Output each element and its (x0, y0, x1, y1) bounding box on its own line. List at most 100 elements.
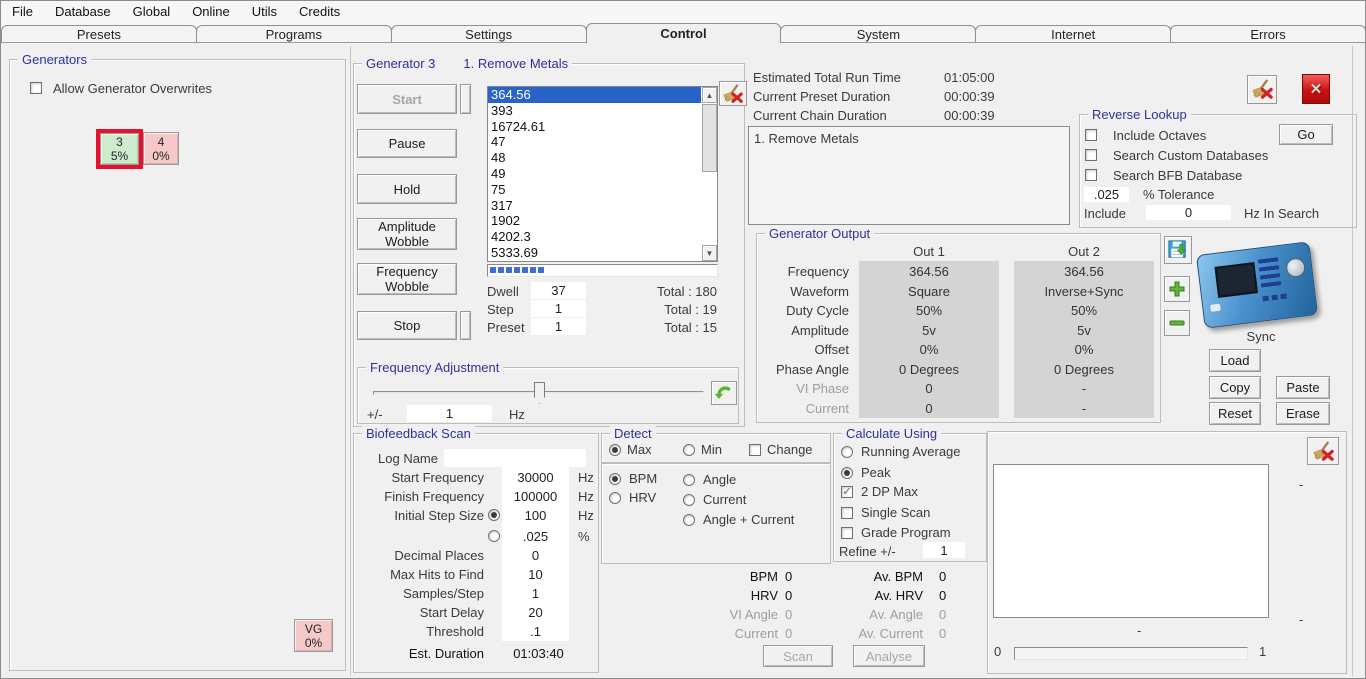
preset-value[interactable]: 1 (531, 318, 586, 335)
initial-step-size-value[interactable]: 100 (502, 507, 569, 523)
tab-settings[interactable]: Settings (391, 25, 587, 42)
clear-frequency-list-button[interactable] (719, 81, 747, 106)
scrollbar-thumb[interactable] (702, 104, 717, 172)
frequency-listbox[interactable]: 364.56 393 16724.61 47 48 49 75 317 1902… (487, 86, 718, 262)
threshold-value[interactable]: .1 (502, 623, 569, 639)
pause-button[interactable]: Pause (357, 129, 457, 158)
generator-4-button[interactable]: 4 0% (143, 132, 179, 165)
menu-utils[interactable]: Utils (241, 2, 288, 22)
load-button[interactable]: Load (1209, 349, 1261, 372)
frequency-list-item[interactable]: 317 (488, 198, 701, 214)
frequency-list-item[interactable]: 393 (488, 103, 701, 119)
detect-current-radio[interactable] (683, 494, 695, 506)
frequency-wobble-button[interactable]: Frequency Wobble (357, 263, 457, 295)
refine-field[interactable]: 1 (923, 542, 965, 558)
decimal-places-value[interactable]: 0 (502, 547, 569, 563)
clear-graph-button[interactable] (1307, 437, 1339, 465)
erase-button[interactable]: Erase (1276, 402, 1330, 425)
tab-system[interactable]: System (780, 25, 976, 42)
menu-database[interactable]: Database (44, 2, 122, 22)
search-custom-databases-checkbox[interactable] (1085, 149, 1097, 161)
detect-bpm-radio[interactable] (609, 473, 621, 485)
chain-list-item[interactable]: 1. Remove Metals (754, 131, 1074, 146)
menu-online[interactable]: Online (181, 2, 241, 22)
detect-angle-current-radio[interactable] (683, 514, 695, 526)
frequency-adjustment-value[interactable]: 1 (407, 405, 492, 422)
reset-button[interactable]: Reset (1209, 402, 1261, 425)
samples-step-value[interactable]: 1 (502, 585, 569, 601)
detect-change-checkbox[interactable] (749, 444, 761, 456)
frequency-list-item[interactable]: 1902 (488, 213, 701, 229)
max-hits-value[interactable]: 10 (502, 566, 569, 582)
frequency-list-item[interactable]: 4202.3 (488, 229, 701, 245)
dwell-total: Total : 180 (621, 284, 717, 299)
tab-presets[interactable]: Presets (1, 25, 197, 42)
detect-angle-radio[interactable] (683, 474, 695, 486)
start-button-strip[interactable] (460, 84, 471, 114)
detect-hrv-radio[interactable] (609, 492, 621, 504)
finish-frequency-value[interactable]: 100000 (502, 488, 569, 504)
step-size-percent-value[interactable]: .025 (502, 528, 569, 544)
save-settings-button[interactable] (1164, 236, 1192, 264)
peak-radio[interactable] (841, 467, 853, 479)
menu-global[interactable]: Global (122, 2, 182, 22)
tab-internet[interactable]: Internet (975, 25, 1171, 42)
out2-header: Out 2 (1014, 244, 1154, 259)
step-value[interactable]: 1 (531, 300, 586, 317)
hold-button[interactable]: Hold (357, 174, 457, 204)
search-bfb-database-checkbox[interactable] (1085, 169, 1097, 181)
clear-chain-button[interactable] (1247, 75, 1277, 104)
close-button[interactable]: ✕ (1302, 74, 1330, 104)
detect-max-radio[interactable] (609, 444, 621, 456)
graph-position-slider[interactable] (1014, 647, 1248, 660)
scan-button[interactable]: Scan (763, 645, 833, 667)
single-scan-checkbox[interactable] (841, 507, 853, 519)
tolerance-field[interactable]: .025 (1084, 187, 1129, 202)
scrollbar-down-icon[interactable]: ▼ (702, 245, 717, 261)
include-octaves-checkbox[interactable] (1085, 129, 1097, 141)
tab-errors[interactable]: Errors (1170, 25, 1366, 42)
vg-generator-button[interactable]: VG 0% (294, 619, 333, 652)
scan-graph-area (993, 464, 1269, 618)
tab-control[interactable]: Control (586, 23, 782, 43)
stop-button-strip[interactable] (460, 311, 471, 340)
detect-min-radio[interactable] (683, 444, 695, 456)
frequency-list-item[interactable]: 16724.61 (488, 119, 701, 135)
menu-credits[interactable]: Credits (288, 2, 351, 22)
paste-button[interactable]: Paste (1276, 376, 1330, 399)
include-hz-field[interactable]: 0 (1146, 205, 1231, 220)
tab-programs[interactable]: Programs (196, 25, 392, 42)
stop-button[interactable]: Stop (357, 311, 457, 340)
scrollbar-up-icon[interactable]: ▲ (702, 87, 717, 103)
dwell-value[interactable]: 37 (531, 282, 586, 299)
step-size-hz-radio[interactable] (488, 509, 500, 521)
frequency-list-item[interactable]: 48 (488, 150, 701, 166)
start-frequency-value[interactable]: 30000 (502, 469, 569, 485)
start-delay-value[interactable]: 20 (502, 604, 569, 620)
allow-generator-overwrites-checkbox[interactable] (30, 82, 42, 94)
grade-program-checkbox[interactable] (841, 527, 853, 539)
dp-max-checkbox[interactable] (841, 486, 853, 498)
frequency-list-item[interactable]: 5333.69 (488, 245, 701, 261)
copy-button[interactable]: Copy (1209, 376, 1261, 399)
dwell-label: Dwell (487, 284, 519, 299)
reverse-lookup-go-button[interactable]: Go (1279, 124, 1333, 145)
frequency-list-item[interactable]: 364.56 (488, 87, 701, 103)
menu-file[interactable]: File (1, 2, 44, 22)
frequency-list-item[interactable]: 47 (488, 134, 701, 150)
running-average-radio[interactable] (841, 446, 853, 458)
step-label: Step (487, 302, 514, 317)
generator-3-button[interactable]: 3 5% (100, 133, 139, 165)
remove-button[interactable] (1164, 310, 1190, 336)
start-button[interactable]: Start (357, 84, 457, 114)
frequency-list-item[interactable]: 49 (488, 166, 701, 182)
amplitude-wobble-button[interactable]: Amplitude Wobble (357, 218, 457, 250)
detect-angle-label: Angle (703, 472, 736, 487)
step-size-percent-radio[interactable] (488, 530, 500, 542)
analyse-button[interactable]: Analyse (853, 645, 925, 667)
log-name-input[interactable] (444, 449, 586, 467)
frequency-adjustment-reset-button[interactable] (711, 381, 737, 405)
add-button[interactable] (1164, 276, 1190, 302)
frequency-list-item[interactable]: 75 (488, 182, 701, 198)
chain-listbox[interactable]: 1. Remove Metals (748, 126, 1070, 225)
